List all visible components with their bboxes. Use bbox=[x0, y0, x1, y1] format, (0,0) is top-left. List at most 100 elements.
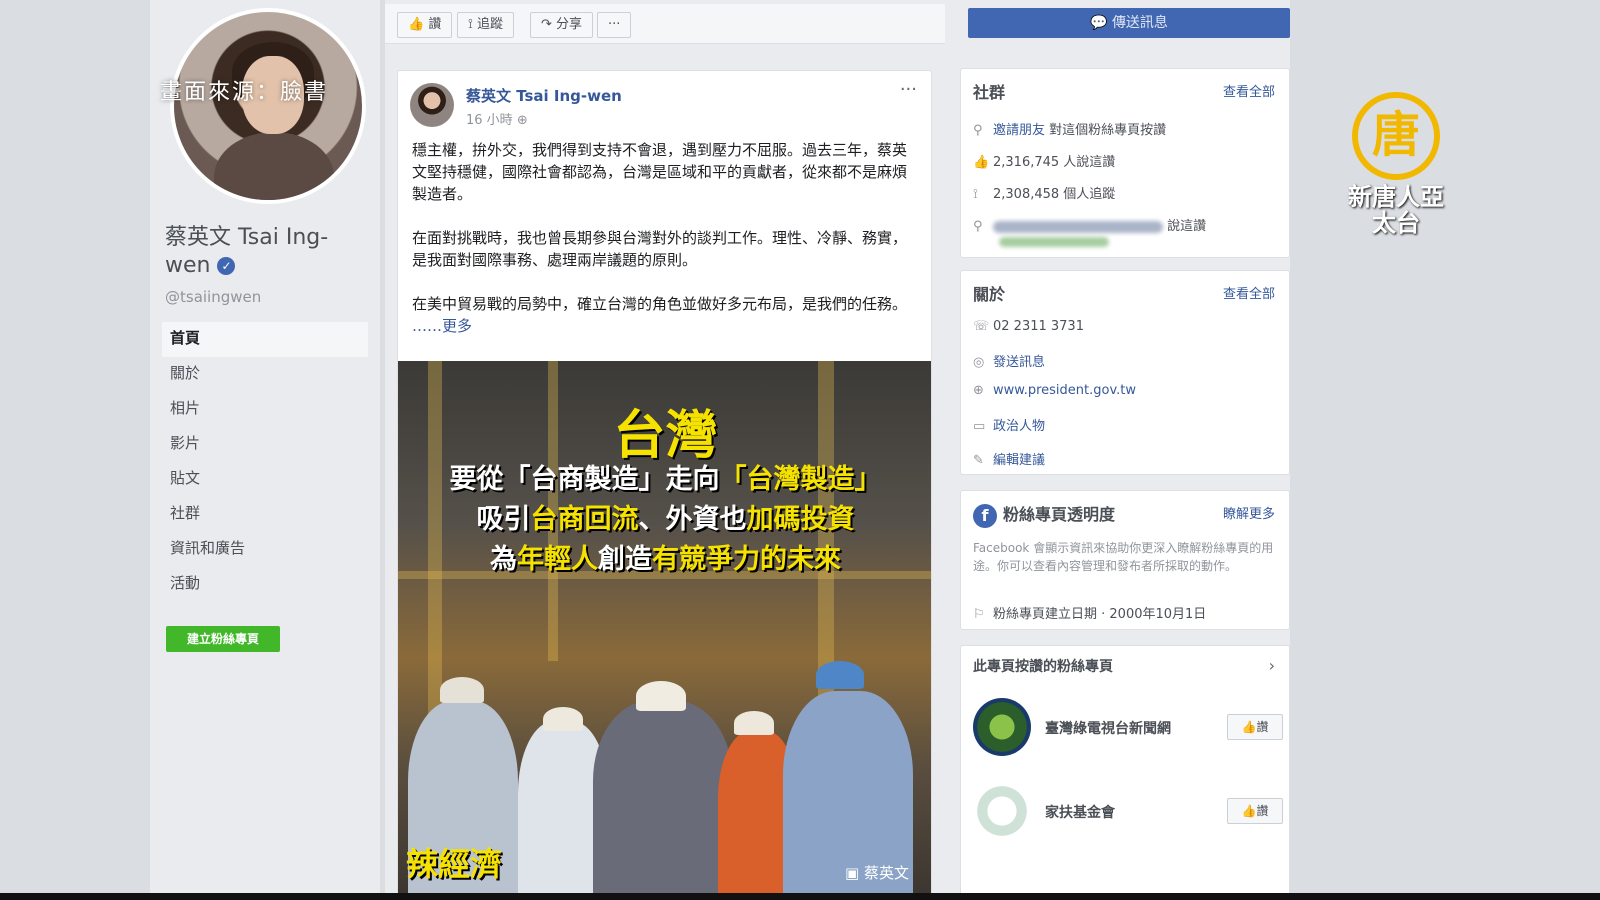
hardhat bbox=[636, 681, 686, 711]
invite-friends-suffix: 對這個粉絲專頁按讚 bbox=[1049, 123, 1167, 138]
about-message-link[interactable]: 發送訊息 bbox=[993, 355, 1045, 370]
thumbs-up-icon: 👍 bbox=[1241, 720, 1257, 734]
transparency-card: f 粉絲專頁透明度 瞭解更多 Facebook 會顯示資訊來協助你更深入瞭解粉絲專… bbox=[960, 490, 1290, 630]
image-text: 吸引 bbox=[476, 504, 531, 535]
nav-item-home[interactable]: 首頁 bbox=[162, 322, 368, 357]
learn-more-link[interactable]: 瞭解更多 bbox=[1223, 503, 1275, 522]
image-text-highlight: 台商回流 bbox=[530, 504, 639, 535]
feed-post: 蔡英文 Tsai Ing-wen 16 小時 ⊕ ··· 穩主權，拚外交，我們得… bbox=[397, 70, 932, 900]
nav-item-info-ads[interactable]: 資訊和廣告 bbox=[162, 532, 368, 567]
post-paragraph: 在美中貿易戰的局勢中，確立台灣的角色並做好多元布局，是我們的任務。 ……更多 bbox=[412, 293, 917, 337]
post-author-name[interactable]: 蔡英文 Tsai Ing-wen bbox=[466, 85, 622, 106]
post-paragraph: 穩主權，拚外交，我們得到支持不會退，遇到壓力不屈服。過去三年，蔡英文堅持穩健，國… bbox=[412, 141, 908, 203]
globe-icon: ⊕ bbox=[516, 113, 528, 128]
globe-icon: ⊕ bbox=[973, 383, 984, 398]
message-row: ◎ 發送訊息 bbox=[973, 351, 1045, 370]
friends-icon: ⚲ bbox=[973, 219, 983, 234]
community-card: 社群 查看全部 ⚲ 邀請朋友 對這個粉絲專頁按讚 👍 2,316,745 人說這讚 … bbox=[960, 68, 1290, 258]
suggest-edits-link[interactable]: 編輯建議 bbox=[993, 453, 1045, 468]
nav-item-photos[interactable]: 相片 bbox=[162, 392, 368, 427]
liked-page-name: 家扶基金會 bbox=[1045, 805, 1115, 821]
liked-page-item[interactable]: 臺灣綠電視台新聞網 👍讚 bbox=[973, 698, 1283, 768]
follows-count-row: ⟟ 2,308,458 個人追蹤 bbox=[973, 183, 1115, 202]
likes-count: 2,316,745 人說這讚 bbox=[993, 155, 1116, 170]
about-see-all-link[interactable]: 查看全部 bbox=[1223, 283, 1275, 302]
image-text-highlight: 加碼投資 bbox=[746, 504, 855, 535]
nav-item-community[interactable]: 社群 bbox=[162, 497, 368, 532]
like-page-button[interactable]: 👍 讚 bbox=[397, 12, 453, 38]
nav-item-about[interactable]: 關於 bbox=[162, 357, 368, 392]
transparency-description: Facebook 會顯示資訊來協助你更深入瞭解粉絲專頁的用途。你可以查看內容管理… bbox=[973, 541, 1274, 573]
post-body: 穩主權，拚外交，我們得到支持不會退，遇到壓力不屈服。過去三年，蔡英文堅持穩健，國… bbox=[412, 139, 917, 359]
pencil-icon: ✎ bbox=[973, 453, 984, 468]
image-text-highlight: 年輕人 bbox=[517, 544, 598, 575]
liked-page-like-button[interactable]: 👍讚 bbox=[1227, 798, 1283, 824]
page-created-date: 粉絲專頁建立日期 · 2000年10月1日 bbox=[993, 607, 1207, 622]
phone-row: ☏ 02 2311 3731 bbox=[973, 319, 1084, 334]
follow-page-button[interactable]: ⟟ 追蹤 bbox=[457, 12, 514, 38]
likes-count-row: 👍 2,316,745 人說這讚 bbox=[973, 151, 1115, 170]
page-handle: @tsaiingwen bbox=[165, 288, 262, 306]
liked-page-item[interactable]: 家扶基金會 👍讚 bbox=[973, 782, 1283, 852]
like-button-label: 讚 bbox=[1256, 720, 1269, 734]
chevron-right-icon[interactable]: › bbox=[1269, 656, 1275, 675]
nav-item-events[interactable]: 活動 bbox=[162, 567, 368, 602]
hardhat bbox=[543, 707, 583, 731]
liked-page-like-button[interactable]: 👍讚 bbox=[1227, 714, 1283, 740]
about-title: 關於 bbox=[973, 285, 1006, 304]
president-figure bbox=[593, 701, 733, 899]
video-bottom-bar bbox=[0, 893, 1600, 900]
category-link[interactable]: 政治人物 bbox=[993, 419, 1045, 434]
post-paragraph-last: 在美中貿易戰的局勢中，確立台灣的角色並做好多元布局，是我們的任務。 bbox=[412, 295, 908, 313]
community-title: 社群 bbox=[973, 83, 1006, 102]
about-card: 關於 查看全部 ☏ 02 2311 3731 ◎ 發送訊息 ⊕ www.preside… bbox=[960, 270, 1290, 475]
profile-picture[interactable] bbox=[170, 8, 366, 204]
flag-icon: ⚐ bbox=[973, 607, 985, 622]
post-author-avatar[interactable] bbox=[410, 83, 454, 127]
see-more-link[interactable]: ……更多 bbox=[412, 317, 472, 335]
share-page-button[interactable]: ↷ 分享 bbox=[530, 12, 594, 38]
page-nav: 首頁 關於 相片 影片 貼文 社群 資訊和廣告 活動 bbox=[162, 322, 368, 602]
post-image[interactable]: 台灣 要從「台商製造」走向「台灣製造」 吸引台商回流、外資也加碼投資 為年輕人創… bbox=[398, 361, 931, 899]
image-text: 創造 bbox=[598, 544, 652, 575]
image-tag: 辣經濟 bbox=[406, 845, 503, 883]
create-page-button[interactable]: 建立粉絲專頁 bbox=[166, 626, 280, 652]
hardhat bbox=[734, 711, 774, 735]
nav-item-posts[interactable]: 貼文 bbox=[162, 462, 368, 497]
page-created-row: ⚐ 粉絲專頁建立日期 · 2000年10月1日 bbox=[973, 603, 1206, 622]
post-timestamp[interactable]: 16 小時 ⊕ bbox=[466, 109, 528, 128]
like-page-label: 讚 bbox=[428, 17, 442, 32]
invite-friends-link[interactable]: 邀請朋友 bbox=[993, 123, 1045, 138]
phone-number: 02 2311 3731 bbox=[993, 319, 1084, 334]
invite-friends-icon: ⚲ bbox=[973, 123, 983, 138]
more-actions-button[interactable]: ··· bbox=[597, 12, 632, 38]
friends-like-row: ⚲ 說這讚 bbox=[973, 215, 1206, 234]
share-arrow-icon: ↷ bbox=[541, 17, 552, 32]
friends-like-suffix: 說這讚 bbox=[1167, 219, 1207, 234]
hardhat bbox=[440, 677, 484, 703]
page-name-text: 蔡英文 Tsai Ing-wen bbox=[165, 225, 329, 278]
share-page-label: 分享 bbox=[556, 17, 583, 32]
liked-pages-card: 此專頁按讚的粉絲專頁 › 臺灣綠電視台新聞網 👍讚 家扶基金會 👍讚 bbox=[960, 645, 1290, 900]
hardhat bbox=[816, 661, 864, 689]
nav-item-videos[interactable]: 影片 bbox=[162, 427, 368, 462]
website-link[interactable]: www.president.gov.tw bbox=[993, 383, 1136, 398]
community-see-all-link[interactable]: 查看全部 bbox=[1223, 81, 1275, 100]
phone-icon: ☏ bbox=[973, 319, 990, 334]
suggest-edits-row: ✎ 編輯建議 bbox=[973, 449, 1045, 468]
send-message-label: 傳送訊息 bbox=[1111, 15, 1168, 31]
like-button-label: 讚 bbox=[1256, 804, 1269, 818]
send-message-button[interactable]: 💬 傳送訊息 bbox=[968, 8, 1290, 38]
rss-icon: ⟟ bbox=[973, 187, 978, 202]
page-name[interactable]: 蔡英文 Tsai Ing-wen ✓ bbox=[165, 224, 365, 280]
facebook-small-icon: ▣ bbox=[845, 864, 860, 882]
follows-count: 2,308,458 個人追蹤 bbox=[993, 187, 1116, 202]
messenger-icon: 💬 bbox=[1090, 15, 1108, 31]
website-row: ⊕ www.president.gov.tw bbox=[973, 383, 1136, 398]
image-credit: 畫面來源：臉書 bbox=[160, 80, 329, 105]
thumbs-up-icon: 👍 bbox=[408, 17, 425, 32]
blurred-friends-line bbox=[999, 237, 1109, 247]
post-options-button[interactable]: ··· bbox=[900, 79, 917, 100]
rss-icon: ⟟ bbox=[468, 17, 473, 32]
image-text: 、外資也 bbox=[638, 504, 747, 535]
